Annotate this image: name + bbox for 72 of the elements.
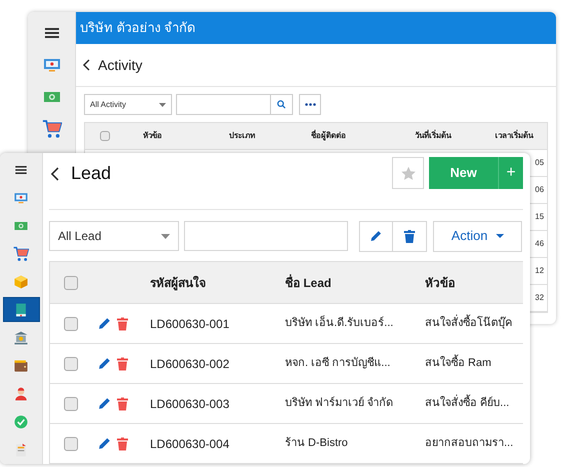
- caret-icon: [496, 234, 504, 238]
- action-button[interactable]: Action: [433, 220, 522, 252]
- table-cell-text: LD600630-004: [150, 436, 230, 452]
- table-cell-text: อยากสอบถามรา...: [425, 436, 514, 452]
- back-icon[interactable]: [50, 166, 59, 180]
- table-cell: 32: [535, 292, 544, 304]
- search-field[interactable]: [184, 221, 348, 251]
- pencil-icon[interactable]: [98, 437, 111, 450]
- bank-icon: [13, 330, 29, 346]
- table-row[interactable]: LD600630-001 บริษัท เอ็น.ดี.รับเบอร์... สนใจสั่งซื้อโน๊ตบุ๊ค: [50, 304, 523, 344]
- table-cell-text: บริษัท เอ็น.ดี.รับเบอร์...: [285, 315, 394, 332]
- wallet-icon: [13, 358, 29, 374]
- table-cell: 46: [535, 238, 544, 250]
- caret-icon: [159, 102, 166, 106]
- trash-icon: [404, 230, 415, 242]
- table-cell-text: LD600630-001: [150, 316, 230, 332]
- table-cell-text: LD600630-003: [150, 396, 230, 412]
- table-cell: 05: [535, 157, 544, 169]
- table-cell-text: ร้าน D-Bistro: [285, 436, 349, 452]
- checkbox[interactable]: [100, 131, 110, 141]
- checkbox[interactable]: [64, 436, 78, 450]
- column-header: ชื่อผู้ติดต่อ: [311, 130, 347, 142]
- star-icon: [400, 166, 416, 180]
- column-header: ชื่อ Lead: [285, 274, 332, 292]
- pencil-icon[interactable]: [98, 397, 111, 410]
- table-row[interactable]: LD600630-002 หจก. เอซี การบัญชีแ... สนใจซื้อ Ram: [50, 344, 523, 384]
- page-title: Activity: [98, 56, 142, 75]
- checkbox[interactable]: [64, 356, 78, 370]
- more-button[interactable]: [299, 94, 321, 115]
- pencil-icon: [370, 230, 382, 242]
- cart-icon: [42, 119, 62, 139]
- trash-icon[interactable]: [117, 356, 128, 370]
- table-cell-text: หจก. เอซี การบัญชีแ...: [285, 356, 392, 372]
- table-cell: สนใจซื้อ Ram: [425, 355, 492, 372]
- check-circle-icon: [13, 414, 29, 430]
- table-cell: สนใจสั่งซื้อโน๊ตบุ๊ค: [425, 315, 512, 332]
- caret-icon: [161, 234, 170, 238]
- trash-icon[interactable]: [117, 396, 128, 410]
- table-cell: 15: [535, 211, 544, 223]
- box-icon: [13, 274, 29, 290]
- table-cell: 12: [535, 265, 544, 277]
- table-cell-text: บริษัท ฟาร์มาเวย์ จำกัด: [285, 396, 394, 412]
- column-header: วันที่เริ่มต้น: [415, 130, 452, 142]
- pencil-icon[interactable]: [98, 357, 111, 370]
- page-title: Lead: [71, 162, 112, 185]
- search-field[interactable]: [176, 94, 293, 115]
- table-row[interactable]: LD600630-003 บริษัท ฟาร์มาเวย์ จำกัด สนใจสั่งซื้อ คีย์บ...: [50, 384, 523, 424]
- company-name: บริษัท ตัวอย่าง จำกัด: [80, 19, 196, 38]
- table-cell: สนใจสั่งซื้อ คีย์บ...: [425, 395, 510, 412]
- checkbox[interactable]: [64, 316, 78, 330]
- cart-icon: [13, 246, 29, 262]
- filter-dropdown[interactable]: All Lead: [49, 221, 179, 251]
- column-header: หัวข้อ: [425, 274, 455, 292]
- more-icon: [304, 103, 316, 106]
- table-cell-text: LD600630-002: [150, 356, 230, 372]
- checkbox[interactable]: [64, 276, 78, 290]
- pencil-icon[interactable]: [98, 317, 111, 330]
- checkbox[interactable]: [64, 396, 78, 410]
- table-cell: 06: [535, 184, 544, 196]
- column-header: เวลาเริ่มต้น: [495, 130, 533, 142]
- trash-icon[interactable]: [117, 316, 128, 330]
- book-icon: [13, 302, 29, 318]
- table-row[interactable]: LD600630-004 ร้าน D-Bistro อยากสอบถามรา...: [50, 424, 523, 464]
- person-icon: [13, 386, 29, 402]
- column-header: รหัสผู้สนใจ: [150, 274, 207, 292]
- column-header: ประเภท: [229, 130, 256, 142]
- back-icon[interactable]: [82, 59, 90, 71]
- search-icon: [277, 100, 286, 109]
- trash-icon[interactable]: [117, 436, 128, 450]
- sidebar-item[interactable]: [2, 297, 40, 322]
- column-header: หัวข้อ: [142, 130, 163, 142]
- filter-dropdown[interactable]: All Activity: [84, 94, 172, 115]
